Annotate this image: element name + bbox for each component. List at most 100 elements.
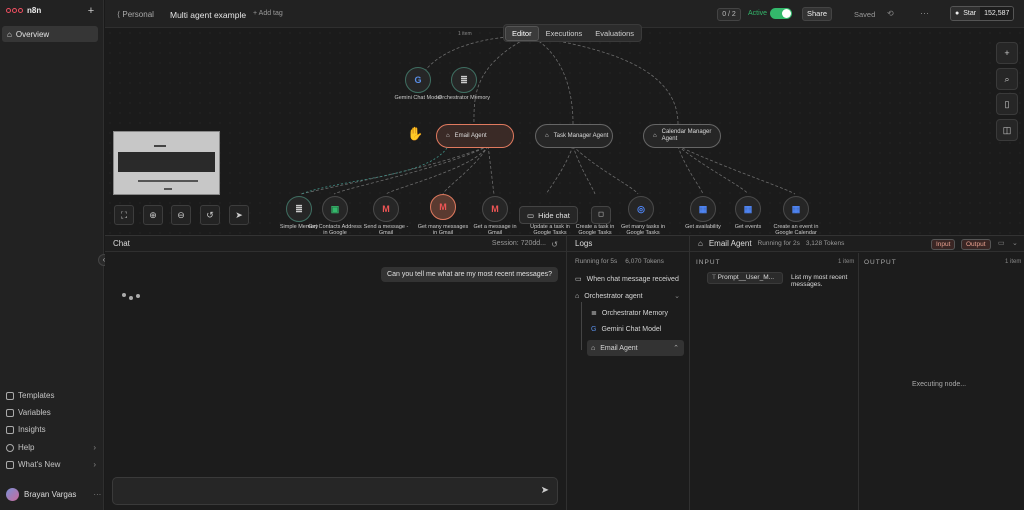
node-label: Email Agent [454, 132, 487, 139]
breadcrumb[interactable]: ⟨ Personal [117, 10, 154, 19]
more-options-icon[interactable]: ⋯ [920, 8, 929, 19]
home-icon: ⌂ [7, 29, 12, 39]
sidebar-item-whats-new[interactable]: What's New › [6, 460, 96, 469]
sidebar-item-overview[interactable]: ⌂ Overview [2, 26, 98, 42]
gmail-icon[interactable]: M [373, 196, 399, 222]
google-tasks-icon[interactable]: ◎ [628, 196, 654, 222]
logs-panel: Logs Running for 5s 6,070 Tokens ▭ When c… [566, 235, 689, 510]
token-count: 6,070 Tokens [625, 258, 664, 265]
panel-icon[interactable]: ◫ [996, 119, 1018, 141]
tab-evaluations[interactable]: Evaluations [589, 27, 640, 40]
contacts-icon[interactable]: ▣ [322, 196, 348, 222]
node-detail-panel: ⌂ Email Agent Running for 2s 3,128 Token… [689, 235, 1024, 510]
sidebar-item-label: Templates [18, 391, 55, 400]
log-item[interactable]: G Gemini Chat Model [591, 326, 661, 333]
input-parameter[interactable]: T Prompt__User_M... [707, 272, 783, 284]
logo-icon [6, 7, 24, 15]
robot-icon: ⌂ [545, 132, 549, 139]
sticky-note-icon[interactable]: ▯ [996, 93, 1018, 115]
robot-icon: ⌂ [575, 292, 580, 300]
email-agent-node[interactable]: ⌂ Email Agent [436, 124, 514, 148]
insights-icon [6, 425, 14, 434]
log-item[interactable]: ≣ Orchestrator Memory [591, 309, 668, 318]
logs-header: Logs [567, 236, 689, 252]
sidebar-item-help[interactable]: Help › [6, 443, 96, 452]
tab-editor[interactable]: Editor [505, 25, 539, 41]
workflow-name[interactable]: Multi agent example [170, 10, 246, 20]
refresh-icon[interactable]: ↺ [551, 240, 558, 249]
log-item[interactable]: ⌂ Orchestrator agent ⌄ [575, 292, 680, 301]
gemini-icon[interactable]: G [405, 67, 431, 93]
executing-status: Executing node... [912, 381, 967, 388]
share-button[interactable]: Share [802, 7, 832, 21]
output-item-count: 1 item [1005, 259, 1022, 265]
output-toggle[interactable]: Output [961, 239, 991, 250]
logs-summary: Running for 5s 6,070 Tokens [575, 258, 664, 265]
log-item-label: When chat message received [586, 275, 679, 283]
sidebar-item-variables[interactable]: Variables [6, 408, 96, 417]
sidebar-item-templates[interactable]: Templates [6, 391, 96, 400]
log-item-selected[interactable]: ⌂ Email Agent ⌃ [587, 340, 684, 356]
zoom-in-icon[interactable]: ⊕ [143, 205, 163, 225]
undo-icon[interactable]: ↺ [200, 205, 220, 225]
sidebar-item-label: Overview [15, 29, 50, 39]
workflow-canvas[interactable]: Editor Executions Evaluations 1 item G G… [105, 24, 1024, 236]
google-calendar-icon[interactable]: ▦ [735, 196, 761, 222]
minimap-node [164, 188, 172, 190]
parameter-value: List my most recent messages. [791, 274, 848, 288]
task-manager-agent-node[interactable]: ⌂ Task Manager Agent [535, 124, 613, 148]
pip-icon[interactable]: ▭ [998, 239, 1005, 247]
breadcrumb-project[interactable]: Personal [122, 10, 154, 19]
database-icon[interactable]: ≣ [286, 196, 312, 222]
logs-title: Logs [575, 239, 593, 248]
detail-title: Email Agent [708, 239, 752, 248]
chat-trigger-icon: ▭ [575, 276, 582, 283]
calendar-manager-agent-node[interactable]: ⌂ Calendar Manager Agent [643, 124, 721, 148]
minimap-node [154, 145, 166, 147]
add-tag-button[interactable]: + Add tag [253, 10, 283, 17]
fit-view-icon[interactable]: ⛶ [114, 205, 134, 225]
log-item-label: Orchestrator Memory [601, 309, 668, 317]
active-toggle[interactable] [770, 8, 792, 19]
github-icon: ● [951, 7, 964, 20]
robot-icon: ⌂ [698, 239, 703, 248]
running-time: Running for 2s [757, 240, 800, 247]
user-menu[interactable]: Brayan Vargas ··· [6, 488, 101, 501]
evaluation-counter[interactable]: 0 / 2 [717, 8, 741, 21]
typing-indicator [122, 291, 142, 301]
database-icon[interactable]: ≣ [451, 67, 477, 93]
chevron-right-icon: › [93, 460, 96, 469]
add-icon[interactable]: + [85, 5, 97, 17]
google-calendar-icon[interactable]: ▦ [690, 196, 716, 222]
more-icon[interactable]: ··· [93, 490, 101, 499]
tab-executions[interactable]: Executions [540, 27, 589, 40]
send-icon[interactable]: ➤ [541, 485, 549, 496]
pointer-icon[interactable]: ➤ [229, 205, 249, 225]
chat-icon: ▭ [527, 210, 535, 220]
input-toggle[interactable]: Input [931, 239, 956, 250]
star-count: 152,587 [980, 7, 1014, 20]
session-id[interactable]: Session: 720dd... [492, 240, 546, 247]
search-icon[interactable]: ⌕ [996, 68, 1018, 90]
star-label: Star [963, 7, 981, 20]
stop-icon[interactable]: ◻ [591, 206, 611, 224]
add-node-button[interactable]: + [996, 42, 1018, 64]
gmail-icon[interactable]: M [482, 196, 508, 222]
zoom-out-icon[interactable]: ⊖ [171, 205, 191, 225]
edge-label: 1 item [458, 31, 472, 37]
chat-input[interactable]: ➤ [112, 477, 558, 505]
chevron-up-icon[interactable]: ⌃ [673, 344, 679, 352]
google-calendar-icon[interactable]: ▦ [783, 196, 809, 222]
log-item[interactable]: ▭ When chat message received [575, 275, 679, 284]
n8n-logo[interactable]: n8n [6, 6, 41, 15]
sidebar-item-insights[interactable]: Insights [6, 425, 96, 434]
minimap[interactable] [113, 131, 220, 195]
chevron-down-icon[interactable]: ⌄ [1012, 239, 1018, 247]
history-icon[interactable]: ⟲ [887, 9, 894, 18]
gmail-icon[interactable]: M [430, 194, 456, 220]
node-label: Orchestrator Memory [438, 95, 490, 101]
parameter-name: Prompt__User_M... [717, 274, 775, 281]
github-star-button[interactable]: ● Star 152,587 [950, 6, 1015, 21]
chevron-down-icon[interactable]: ⌄ [674, 292, 680, 300]
hide-chat-button[interactable]: ▭ Hide chat [519, 206, 578, 224]
